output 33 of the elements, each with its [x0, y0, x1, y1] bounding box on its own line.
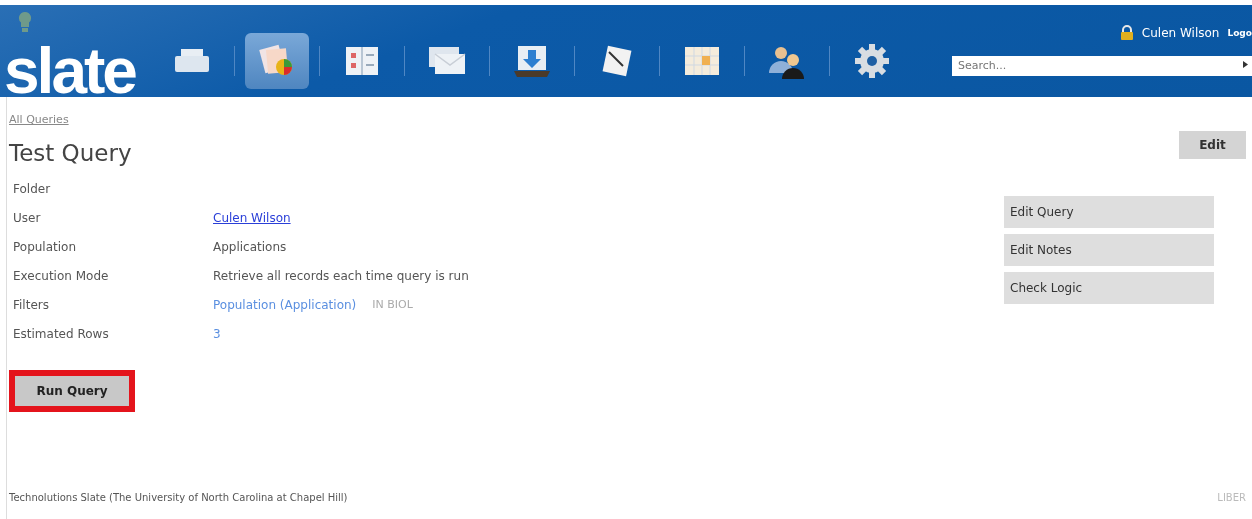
field-label: Execution Mode: [13, 268, 110, 283]
field-label: Filters: [13, 297, 50, 312]
field-label: Folder: [13, 181, 52, 196]
user-link[interactable]: Culen Wilson: [213, 210, 291, 225]
run-query-button[interactable]: Run Query: [15, 376, 129, 406]
breadcrumb-link[interactable]: All Queries: [9, 113, 69, 126]
action-button[interactable]: Edit Query: [1004, 196, 1214, 228]
printer-icon: [173, 47, 211, 75]
form-icon: [344, 45, 380, 77]
action-button[interactable]: Edit Notes: [1004, 234, 1214, 266]
download-icon: [513, 44, 551, 78]
lightbulb-icon: [18, 11, 32, 35]
search-field[interactable]: Search...: [952, 55, 1252, 76]
field-label: Estimated Rows: [13, 326, 110, 341]
action-button[interactable]: Check Logic: [1004, 272, 1214, 304]
row-count: 3: [213, 326, 221, 341]
user-name: Culen Wilson: [1141, 25, 1220, 40]
arrow-icon: [1243, 61, 1248, 68]
footer-text: Technolutions Slate (The University of North Carolina at Chapel Hill): [9, 492, 348, 503]
page-title: Test Query: [9, 140, 132, 166]
calendar-icon: [683, 45, 721, 77]
footer-label: LIBER: [1217, 492, 1246, 503]
field-value: Retrieve all records each time query is run: [213, 268, 469, 283]
settings-icon: [854, 43, 890, 79]
field-label: Population: [13, 239, 78, 254]
field-label: User: [13, 210, 42, 225]
lock-icon: [1119, 25, 1134, 40]
filter-condition: IN BIOL: [372, 298, 413, 311]
logout-link[interactable]: Logo: [1227, 27, 1252, 38]
envelope-icon: [427, 45, 467, 77]
edit-button[interactable]: Edit: [1179, 131, 1246, 159]
logo[interactable]: slate: [4, 39, 135, 103]
field-value: Applications: [213, 239, 287, 254]
